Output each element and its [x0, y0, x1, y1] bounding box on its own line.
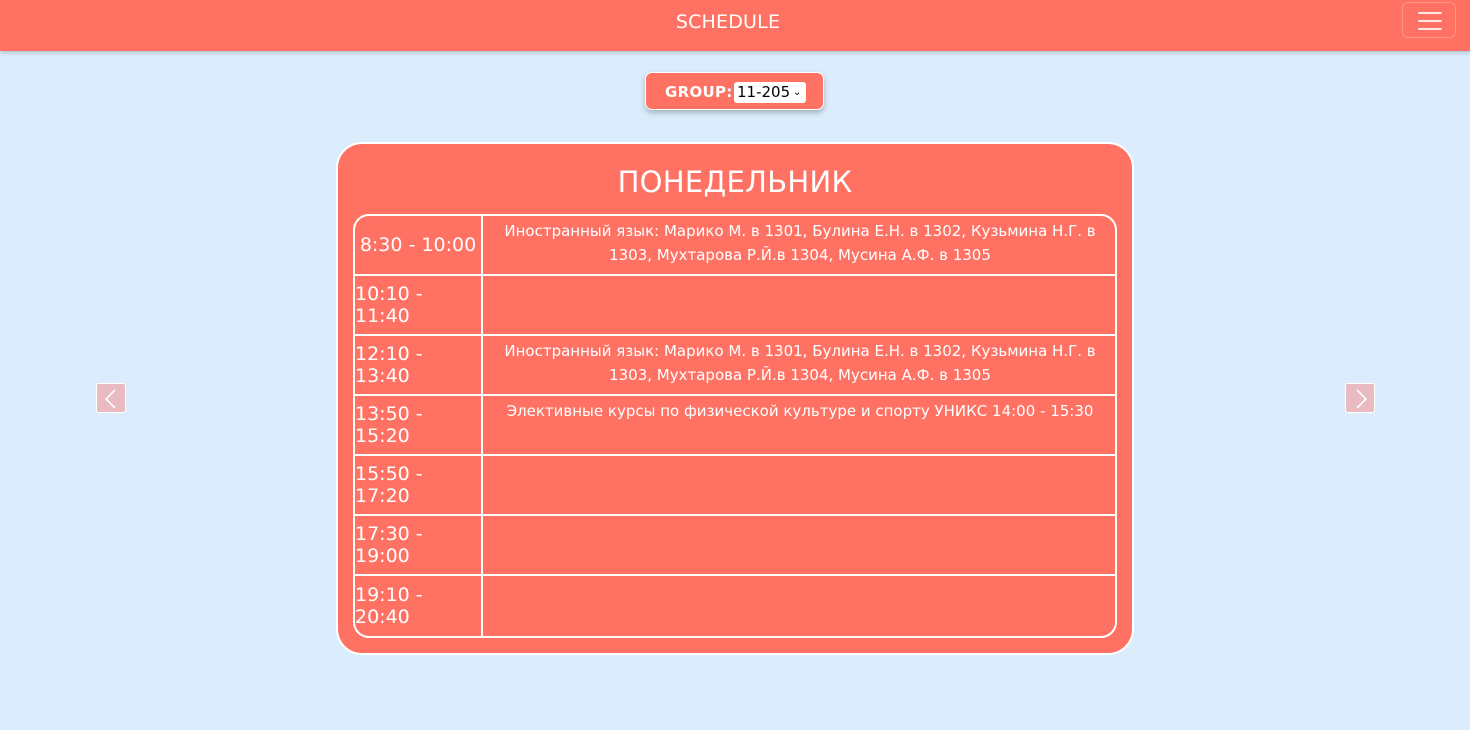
table-row: 12:10 - 13:40 Иностранный язык: Марико М… [355, 336, 1115, 396]
lesson-time: 8:30 - 10:00 [355, 216, 483, 274]
table-row: 19:10 - 20:40 [355, 576, 1115, 636]
next-day-button[interactable] [1345, 383, 1375, 413]
table-row: 10:10 - 11:40 [355, 276, 1115, 336]
day-title: ПОНЕДЕЛЬНИК [617, 165, 853, 199]
lesson-subject: Элективные курсы по физической культуре … [506, 402, 1094, 420]
table-row: 17:30 - 19:00 [355, 516, 1115, 576]
lesson-subject: Иностранный язык: Марико М. в 1301, Були… [504, 342, 1096, 384]
lesson-time: 12:10 - 13:40 [355, 336, 483, 394]
schedule-table: 8:30 - 10:00 Иностранный язык: Марико М.… [353, 214, 1117, 638]
lesson-subject [485, 516, 1115, 574]
lesson-subject [485, 276, 1115, 334]
lesson-time: 13:50 - 15:20 [355, 396, 483, 454]
prev-day-button[interactable] [96, 383, 126, 413]
menu-toggle-button[interactable] [1402, 2, 1456, 38]
table-row: 13:50 - 15:20 Элективные курсы по физиче… [355, 396, 1115, 456]
group-select[interactable]: 11-205 ⌄ [734, 82, 806, 103]
table-row: 15:50 - 17:20 [355, 456, 1115, 516]
chevron-down-icon: ⌄ [793, 87, 802, 98]
table-row: 8:30 - 10:00 Иностранный язык: Марико М.… [355, 216, 1115, 276]
group-selector: GROUP: 11-205 ⌄ [645, 72, 824, 110]
lesson-time: 15:50 - 17:20 [355, 456, 483, 514]
top-navbar: SCHEDULE [0, 0, 1470, 51]
lesson-subject: Иностранный язык: Марико М. в 1301, Були… [504, 222, 1096, 264]
group-select-value: 11-205 [737, 83, 791, 101]
chevron-left-icon [104, 389, 116, 409]
day-card: ПОНЕДЕЛЬНИК 8:30 - 10:00 Иностранный язы… [336, 142, 1134, 655]
lesson-subject [485, 456, 1115, 514]
app-title: SCHEDULE [675, 11, 781, 33]
group-label: GROUP: [665, 83, 733, 101]
lesson-subject [485, 576, 1115, 636]
lesson-time: 17:30 - 19:00 [355, 516, 483, 574]
lesson-time: 19:10 - 20:40 [355, 576, 483, 636]
lesson-time: 10:10 - 11:40 [355, 276, 483, 334]
chevron-right-icon [1356, 389, 1368, 409]
